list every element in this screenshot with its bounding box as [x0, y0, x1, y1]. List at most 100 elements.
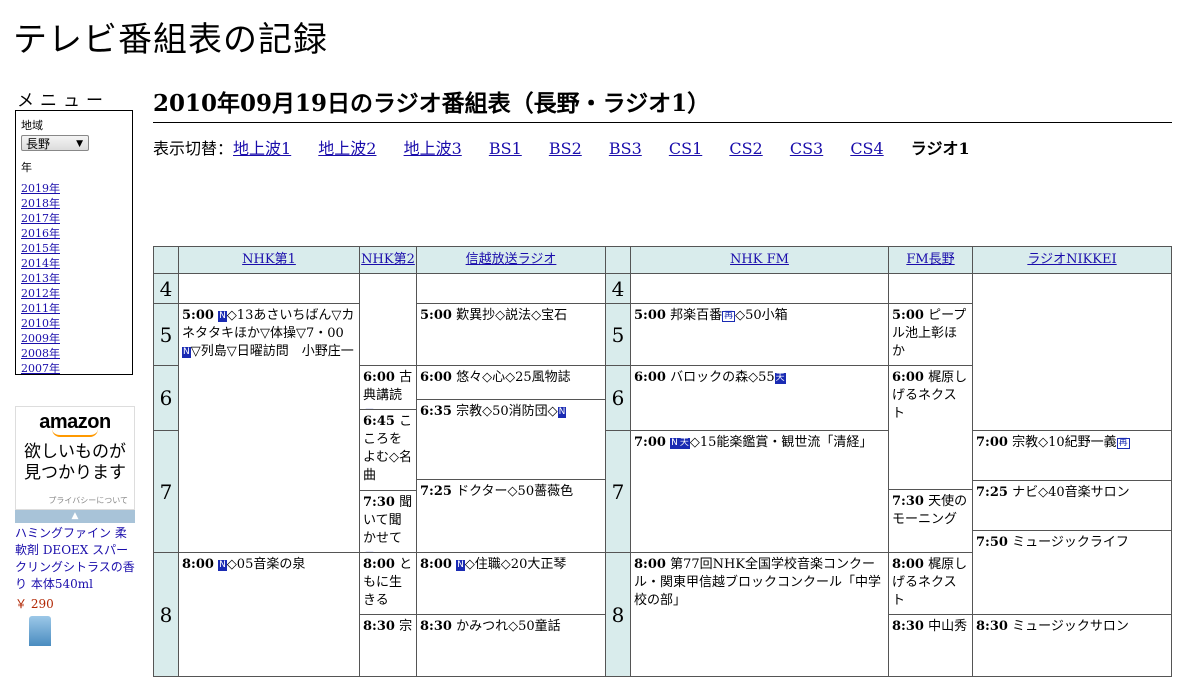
program-cell[interactable]: 6:00 古典講読再 [359, 365, 417, 410]
program-cell[interactable]: 7:00 宗教◇10紀野一義再 [972, 430, 1172, 481]
program-cell[interactable]: 8:30 かみつれ◇50童話 [416, 614, 606, 677]
program-cell[interactable]: 7:25 ナビ◇40音楽サロン [972, 480, 1172, 531]
program-cell[interactable]: 8:30 中山秀 [888, 614, 973, 677]
switch-link[interactable]: 地上波1 [233, 139, 291, 158]
rerun-badge-icon: 再 [1116, 438, 1130, 449]
channel-link-nhk1[interactable]: NHK第1 [242, 252, 296, 267]
ad-price: ￥ 290 [15, 597, 54, 611]
program-grid: NHK第1 NHK第2 信越放送ラジオ NHK FM FM長野 ラジオNIKKE… [153, 246, 1172, 677]
menu-title: メニュー [17, 91, 109, 111]
switch-link[interactable]: 地上波3 [404, 139, 462, 158]
channel-link-nhkfm[interactable]: NHK FM [730, 252, 789, 267]
switch-link[interactable]: CS4 [850, 139, 883, 158]
amazon-logo: amazon [39, 411, 111, 433]
ad-banner[interactable]: amazon 欲しいものが見つかります プライバシーについて [15, 406, 135, 510]
channel-link-fmnagano[interactable]: FM長野 [906, 252, 954, 267]
program-time: 7:00 [976, 435, 1008, 450]
program-title: 歎異抄◇説法◇宝石 [456, 308, 568, 323]
program-cell[interactable]: 7:30 聞いて聞かせて再 [359, 490, 417, 553]
program-cell[interactable]: 8:00 第77回NHK全国学校音楽コンクール・関東甲信越ブロックコンクール「中… [630, 552, 889, 677]
channel-header: NHK第2 [359, 246, 417, 274]
channel-link-nhk2[interactable]: NHK第2 [361, 252, 415, 267]
product-image[interactable] [29, 616, 51, 646]
program-time: 6:00 [420, 370, 452, 385]
year-link[interactable]: 2015年 [21, 241, 127, 256]
program-cell[interactable]: 5:00 ピープル池上彰ほか [888, 303, 973, 366]
news-badge-icon: N [218, 311, 227, 322]
switch-link[interactable]: BS3 [609, 139, 642, 158]
program-cell[interactable]: 6:00 梶原しげるネクスト [888, 365, 973, 490]
year-link[interactable]: 2017年 [21, 211, 127, 226]
program-title: ▽列島▽日曜訪問 小野庄一 [190, 344, 354, 359]
program-cell[interactable]: 8:30 ミュージックサロン [972, 614, 1172, 677]
ad-collapse-bar[interactable]: ▲ [15, 510, 135, 523]
switch-link[interactable]: 地上波2 [318, 139, 376, 158]
program-empty [972, 273, 1172, 431]
year-link[interactable]: 2007年 [21, 361, 127, 376]
switcher-label: 表示切替： [153, 139, 234, 158]
program-cell[interactable]: 6:45 こころをよむ◇名曲 [359, 409, 417, 491]
year-label: 年 [21, 161, 32, 174]
news-badge-icon: N [670, 438, 679, 449]
program-empty [630, 273, 889, 304]
program-time: 6:00 [363, 370, 395, 385]
program-time: 6:00 [634, 370, 666, 385]
program-time: 7:30 [892, 494, 924, 509]
program-time: 8:00 [634, 557, 666, 572]
weather-badge-icon: 天 [774, 373, 786, 384]
channel-link-sbc[interactable]: 信越放送ラジオ [466, 252, 557, 267]
program-title: ミュージックサロン [1012, 619, 1129, 634]
program-cell[interactable]: 7:50 ミュージックライフ [972, 530, 1172, 615]
view-switcher: 表示切替：地上波1 地上波2 地上波3 BS1 BS2 BS3 CS1 CS2 … [153, 135, 970, 159]
program-cell[interactable]: 6:00 バロックの森◇55天 [630, 365, 889, 431]
year-link[interactable]: 2012年 [21, 286, 127, 301]
year-link[interactable]: 2018年 [21, 196, 127, 211]
program-cell[interactable]: 6:35 宗教◇50消防団◇N [416, 399, 606, 480]
hour-cell: 7 [605, 430, 631, 553]
channel-link-nikkei[interactable]: ラジオNIKKEI [1027, 252, 1116, 267]
region-select[interactable]: 長野 ▼ [21, 135, 89, 151]
program-cell[interactable]: 8:00 ともに生きる [359, 552, 417, 615]
program-title: ナビ◇40音楽サロン [1012, 485, 1130, 500]
switch-link[interactable]: CS2 [729, 139, 762, 158]
program-time: 6:45 [363, 414, 395, 429]
program-cell[interactable]: 5:00 N◇13あさいちばん▽カネタタキほか▽体操▽7・00 N▽列島▽日曜訪… [178, 303, 360, 553]
program-title: バロックの森◇55 [670, 370, 775, 385]
switch-link[interactable]: BS2 [549, 139, 582, 158]
chevron-down-icon: ▼ [76, 139, 83, 149]
program-time: 8:00 [363, 557, 395, 572]
chevron-up-icon: ▲ [71, 511, 79, 521]
program-cell[interactable]: 5:00 邦楽百番再 ◇50小箱 [630, 303, 889, 366]
year-link[interactable]: 2010年 [21, 316, 127, 331]
program-cell[interactable]: 8:00 梶原しげるネクスト [888, 552, 973, 615]
program-cell[interactable]: 7:00 N 天◇15能楽鑑賞・観世流「清経」 [630, 430, 889, 553]
program-cell[interactable]: 7:25 ドクター◇50薔薇色 [416, 479, 606, 553]
program-time: 5:00 [420, 308, 452, 323]
program-cell[interactable]: 7:30 天使のモーニング [888, 489, 973, 553]
year-link[interactable]: 2011年 [21, 301, 127, 316]
program-empty [359, 273, 417, 366]
switch-link[interactable]: CS1 [669, 139, 702, 158]
program-cell[interactable]: 8:00 N◇住職◇20大正琴 [416, 552, 606, 615]
program-title: ◇50小箱 [735, 308, 788, 323]
hour-cell: 4 [153, 273, 179, 304]
switch-link[interactable]: BS1 [489, 139, 522, 158]
year-link[interactable]: 2009年 [21, 331, 127, 346]
program-cell[interactable]: 8:00 N◇05音楽の泉 [178, 552, 360, 677]
year-link[interactable]: 2008年 [21, 346, 127, 361]
year-list: 2019年 2018年 2017年 2016年 2015年 2014年 2013… [21, 181, 127, 376]
hour-cell: 4 [605, 273, 631, 304]
year-link[interactable]: 2014年 [21, 256, 127, 271]
program-cell[interactable]: 8:30 宗 [359, 614, 417, 677]
year-link[interactable]: 2019年 [21, 181, 127, 196]
program-title: ◇15能楽鑑賞・観世流「清経」 [689, 435, 873, 450]
ad-product-link[interactable]: ハミングファイン 柔軟剤 DEOEX スパークリングシトラスの香り 本体540m… [15, 526, 135, 591]
program-cell[interactable]: 5:00 歎異抄◇説法◇宝石 [416, 303, 606, 366]
year-link[interactable]: 2013年 [21, 271, 127, 286]
ad-privacy-link[interactable]: プライバシーについて [48, 495, 128, 506]
program-time: 6:35 [420, 404, 452, 419]
switch-link[interactable]: CS3 [790, 139, 823, 158]
hour-cell: 5 [605, 303, 631, 366]
program-cell[interactable]: 6:00 悠々◇心◇25風物誌 [416, 365, 606, 400]
year-link[interactable]: 2016年 [21, 226, 127, 241]
